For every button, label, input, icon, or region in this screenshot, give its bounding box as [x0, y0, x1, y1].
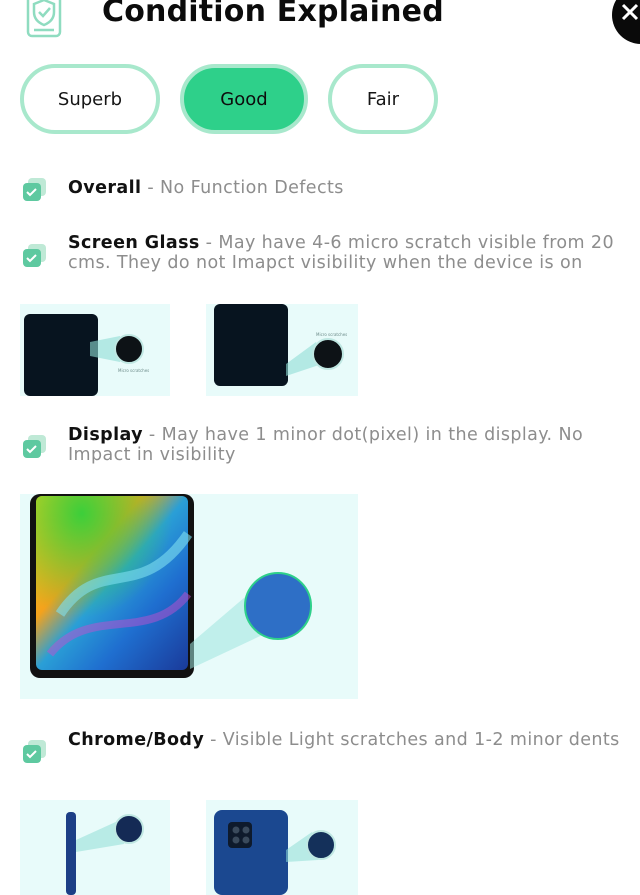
chrome-back-image: [206, 800, 358, 895]
display-image: [20, 494, 358, 699]
section-display: Display - May have 1 minor dot(pixel) in…: [68, 425, 638, 465]
condition-tabs: Superb Good Fair: [20, 64, 450, 134]
check-icon: [22, 177, 48, 203]
section-title: Screen Glass: [68, 233, 200, 253]
section-title: Chrome/Body: [68, 730, 205, 750]
magnifier-icon: [244, 572, 312, 640]
tab-good[interactable]: Good: [180, 64, 308, 134]
section-overall: Overall - No Function Defects: [68, 178, 638, 198]
micro-scratches-label: Micro scratches: [118, 368, 150, 373]
close-button[interactable]: [612, 0, 640, 44]
magnifier-icon: [114, 334, 144, 364]
screen-glass-image-1: Micro scratches: [20, 304, 170, 396]
section-description: - No Function Defects: [141, 178, 344, 198]
screen-glass-image-2: Micro scratches: [206, 304, 358, 396]
section-title: Display: [68, 425, 143, 445]
checklist-icon: [20, 0, 68, 42]
magnifier-icon: [312, 338, 344, 370]
micro-scratches-label: Micro scratches: [316, 332, 348, 337]
section-description: - Visible Light scratches and 1-2 minor …: [204, 730, 620, 750]
check-icon: [22, 739, 48, 765]
tab-fair[interactable]: Fair: [328, 64, 438, 134]
section-description: - May have 1 minor dot(pixel) in the dis…: [68, 425, 584, 465]
section-chrome-body: Chrome/Body - Visible Light scratches an…: [68, 730, 638, 750]
check-icon: [22, 434, 48, 460]
magnifier-icon: [306, 830, 336, 860]
magnifier-icon: [114, 814, 144, 844]
check-icon: [22, 243, 48, 269]
page-title: Condition Explained: [102, 0, 444, 29]
section-title: Overall: [68, 178, 142, 198]
close-icon: [621, 3, 639, 21]
chrome-side-image: [20, 800, 170, 895]
tab-superb[interactable]: Superb: [20, 64, 160, 134]
section-screen-glass: Screen Glass - May have 4-6 micro scratc…: [68, 233, 638, 273]
